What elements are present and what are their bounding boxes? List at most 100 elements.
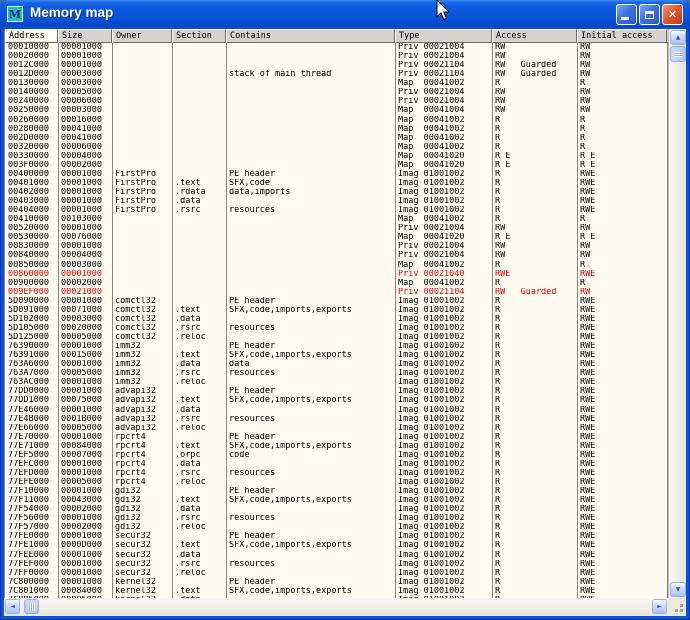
memory-row[interactable]: 77FE000000001000secur32PE headerImag 010… [5,532,668,541]
memory-row[interactable]: 0040000000001000FirstProPE headerImag 01… [5,170,668,179]
cell-contains: PE header [226,387,395,396]
memory-row[interactable]: 77FE10000000D000secur32.textSFX,code,imp… [5,541,668,550]
memory-row[interactable]: 77EFE00000005000rpcrt4.relocImag 0100100… [5,478,668,487]
cell-address: 00250000 [5,106,58,115]
memory-row[interactable]: 0012C00000001000Priv 00021104RW GuardedR… [5,61,668,70]
horizontal-scrollbar[interactable]: ◄ ► [4,598,668,615]
memory-row[interactable]: 0053000000076000Map 00041020R ER E [5,233,668,242]
memory-row[interactable]: 77FEE00000001000secur32.dataImag 0100100… [5,551,668,560]
cell-section: .rsrc [172,369,226,378]
memory-row[interactable]: 77E7100000084000rpcrt4.textSFX,code,impo… [5,442,668,451]
column-header-size[interactable]: Size [58,29,112,43]
titlebar[interactable]: M Memory map ✕ [0,0,690,29]
memory-row[interactable]: 77EFC00000001000rpcrt4.dataImag 01001002… [5,460,668,469]
memory-row[interactable]: 77EFD00000001000rpcrt4.rsrcresourcesImag… [5,469,668,478]
vertical-scroll-thumb[interactable] [670,46,686,62]
cell-type: Map 00041020 [395,152,492,161]
memory-row[interactable]: 763A700000005000imm32.rsrcresourcesImag … [5,369,668,378]
column-header-initial_access[interactable]: Initial access [577,29,667,43]
column-header-contains[interactable]: Contains [226,29,395,43]
resize-grip[interactable] [668,598,686,615]
memory-row[interactable]: 5D09100000071000comctl32.textSFX,code,im… [5,306,668,315]
memory-row[interactable]: 0002000000001000Priv 00021004RWRW [5,52,668,61]
scroll-left-button[interactable]: ◄ [5,599,20,614]
cell-size: 00003000 [58,106,112,115]
memory-row[interactable]: 0052000000001000Priv 00021004RWRW [5,224,668,233]
memory-row[interactable]: 77F1000000001000gdi32PE headerImag 01001… [5,487,668,496]
memory-row[interactable]: 0001000000001000Priv 00021004RWRW [5,43,668,52]
column-header-type[interactable]: Type [395,29,492,43]
memory-row[interactable]: 77E7000000001000rpcrt4PE headerImag 0100… [5,433,668,442]
memory-row[interactable]: 763A600000001000imm32.datadataImag 01001… [5,360,668,369]
close-button[interactable]: ✕ [662,4,683,25]
memory-row[interactable]: 77E4600000001000advapi32.dataImag 010010… [5,406,668,415]
cell-contains: resources [226,514,395,523]
memory-row[interactable]: 5D10200000003000comctl32.dataImag 010010… [5,315,668,324]
column-header-owner[interactable]: Owner [112,29,172,43]
memory-row[interactable]: 0041000000103000Map 00041002RR [5,215,668,224]
cell-access: R [492,569,577,578]
memory-row[interactable]: 0040400000001000FirstPro.rsrcresourcesIm… [5,206,668,215]
memory-row[interactable]: 003F000000002000Map 00041020R ER E [5,161,668,170]
memory-row[interactable]: 77F5700000002000gdi32.relocImag 01001002… [5,523,668,532]
cell-address: 5D091000 [5,306,58,315]
memory-row[interactable]: 77E4B0000001B000advapi32.rsrcresourcesIm… [5,415,668,424]
memory-row[interactable]: 77DD000000001000advapi32PE headerImag 01… [5,387,668,396]
memory-row[interactable]: 7C80100000084000kernel32.textSFX,code,im… [5,587,668,596]
memory-row[interactable]: 763AC00000001000imm32.relocImag 01001002… [5,378,668,387]
memory-row[interactable]: 0083000000001000Priv 00021004RWRW [5,242,668,251]
cell-access: R [492,279,577,288]
memory-row[interactable]: 009EF00000021000Priv 00021104RW GuardedR… [5,288,668,297]
cell-section [172,233,226,242]
memory-row[interactable]: 0086000000001000Priv 00021040RWERWE [5,270,668,279]
memory-row[interactable]: 0013000000003000Map 00041002RR [5,79,668,88]
minimize-button[interactable] [616,4,637,25]
memory-row[interactable]: 0025000000003000Map 00041004RWRW [5,106,668,115]
memory-row[interactable]: 0085000000003000Map 00041002RR [5,261,668,270]
scroll-up-button[interactable]: ▲ [670,30,686,45]
memory-row[interactable]: 77E6600000005000advapi32.relocImag 01001… [5,424,668,433]
cell-contains [226,52,395,61]
memory-row[interactable]: 77DD100000075000advapi32.textSFX,code,im… [5,396,668,405]
memory-row[interactable]: 77F5400000002000gdi32.dataImag 01001002R… [5,505,668,514]
memory-row[interactable]: 77F5600000001000gdi32.rsrcresourcesImag … [5,514,668,523]
memory-row[interactable]: 5D10500000020000comctl32.rsrcresourcesIm… [5,324,668,333]
memory-row[interactable]: 5D12500000005000comctl32.relocImag 01001… [5,333,668,342]
memory-row[interactable]: 0032000000006000Map 00041002RR [5,143,668,152]
cell-access: R [492,469,577,478]
memory-row[interactable]: 7639100000015000imm32.textSFX,code,impor… [5,351,668,360]
memory-row[interactable]: 0040300000001000FirstPro.dataImag 010010… [5,197,668,206]
maximize-button[interactable] [639,4,660,25]
cell-section [172,79,226,88]
memory-row[interactable]: 0014000000005000Priv 00021004RWRW [5,88,668,97]
memory-row[interactable]: 0033000000004000Map 00041020R ER E [5,152,668,161]
column-header-section[interactable]: Section [172,29,226,43]
memory-row[interactable]: 0084000000004000Priv 00021004RWRW [5,251,668,260]
memory-row[interactable]: 77FEF00000001000secur32.rsrcresourcesIma… [5,560,668,569]
column-header-access[interactable]: Access [492,29,577,43]
memory-row[interactable]: 77FF000000001000secur32.relocImag 010010… [5,569,668,578]
cell-access: R E [492,152,577,161]
cell-contains [226,106,395,115]
memory-row[interactable]: 77EF500000007000rpcrt4.orpccodeImag 0100… [5,451,668,460]
scroll-right-button[interactable]: ► [652,599,667,614]
memory-row[interactable]: 7C80000000001000kernel32PE headerImag 01… [5,578,668,587]
vertical-scrollbar[interactable]: ▲ ▼ [668,29,686,598]
memory-row[interactable]: 5D09000000001000comctl32PE headerImag 01… [5,297,668,306]
horizontal-scroll-thumb[interactable] [24,599,39,614]
memory-row[interactable]: 7639000000001000imm32PE headerImag 01001… [5,342,668,351]
memory-row[interactable]: 0090000000002000Map 00041002RR [5,279,668,288]
memory-row[interactable]: 0012D00000003000stack of main threadPriv… [5,70,668,79]
memory-row[interactable]: 0040100000001000FirstPro.textSFX,codeIma… [5,179,668,188]
cell-section: .rsrc [172,560,226,569]
column-header-address[interactable]: Address [5,29,58,43]
scroll-down-button[interactable]: ▼ [670,582,686,597]
memory-row[interactable]: 0028000000041000Map 00041002RR [5,125,668,134]
cell-access: R [492,342,577,351]
memory-row[interactable]: 77F1100000043000gdi32.textSFX,code,impor… [5,496,668,505]
cell-owner [112,288,172,297]
memory-row[interactable]: 002D000000041000Map 00041002RR [5,134,668,143]
memory-row[interactable]: 0026000000016000Map 00041002RR [5,116,668,125]
memory-row[interactable]: 0040200000001000FirstPro.rdatadata,impor… [5,188,668,197]
memory-row[interactable]: 0024000000006000Priv 00021004RWRW [5,97,668,106]
